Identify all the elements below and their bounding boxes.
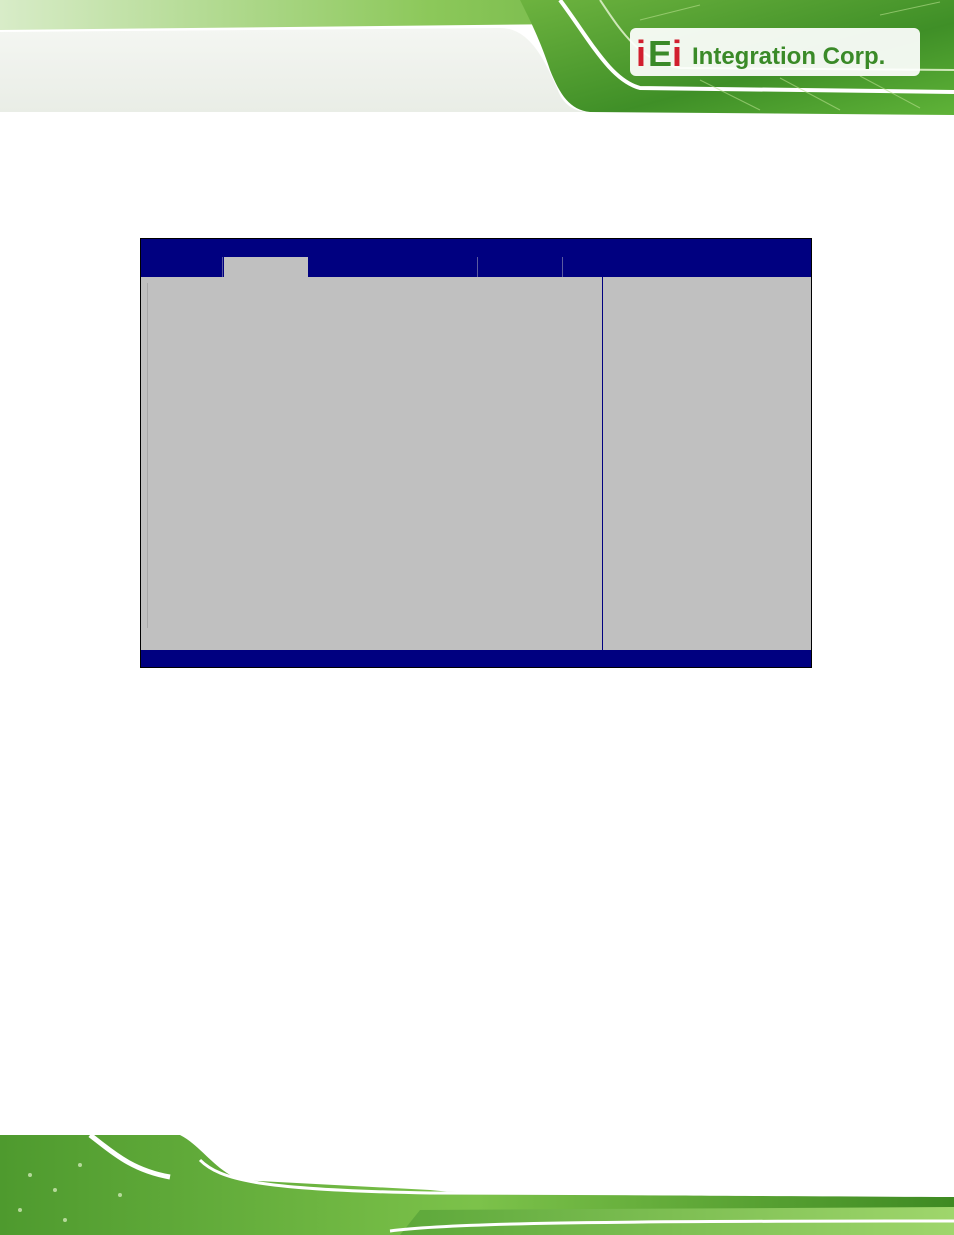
svg-text:Integration Corp.: Integration Corp. (692, 43, 885, 70)
bios-tab-3[interactable] (309, 257, 478, 277)
bios-title-bar (141, 239, 811, 277)
bios-status-bar (141, 650, 811, 667)
footer-banner (0, 1135, 954, 1235)
bios-tab-5[interactable] (564, 257, 664, 277)
svg-text:i: i (636, 33, 646, 74)
bios-help-pane (603, 277, 811, 650)
svg-text:E: E (648, 33, 672, 74)
bios-settings-pane (141, 277, 603, 650)
bios-screen (140, 238, 812, 668)
bios-tab-2[interactable] (224, 257, 308, 277)
bios-tab-4[interactable] (479, 257, 563, 277)
bios-tab-1[interactable] (141, 257, 223, 277)
brand-logo: i E i Integration Corp. (630, 28, 920, 76)
svg-text:i: i (672, 33, 682, 74)
pane-edge-line (147, 283, 148, 628)
